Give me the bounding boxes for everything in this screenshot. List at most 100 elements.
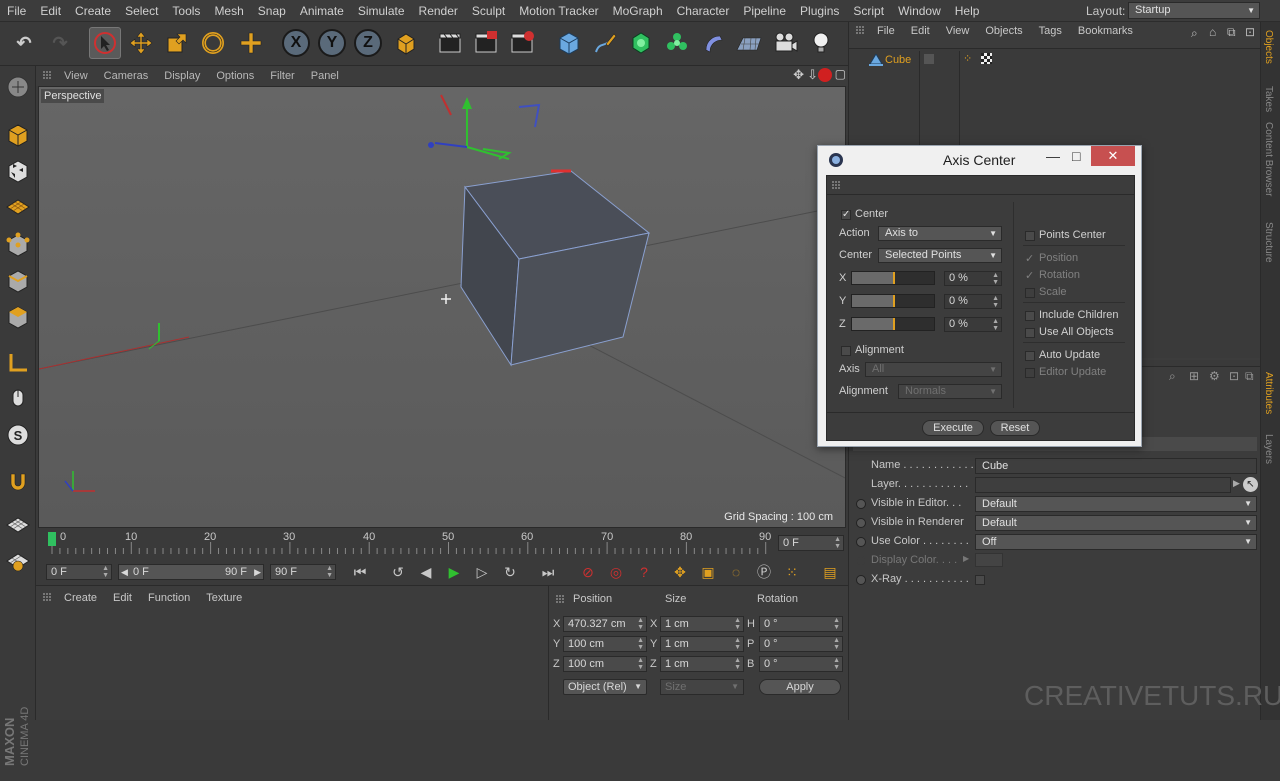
polygons-mode-icon[interactable]	[3, 302, 33, 332]
x-axis-lock[interactable]: X	[280, 27, 312, 59]
menu-character[interactable]: Character	[670, 0, 737, 22]
grip-icon[interactable]	[855, 25, 869, 43]
pos-y-field[interactable]: 100 cm ▲ ▼	[563, 636, 647, 652]
visible-in-renderer-dropdown[interactable]: Default ▼	[975, 515, 1257, 531]
menu-create[interactable]: Create	[68, 0, 118, 22]
spinner-icon[interactable]: ▲ ▼	[734, 617, 741, 631]
menu-script[interactable]: Script	[846, 0, 891, 22]
menu-plugins[interactable]: Plugins	[793, 0, 846, 22]
maximize-view-icon[interactable]: ▢	[835, 67, 846, 81]
object-menu-edit[interactable]: Edit	[903, 25, 938, 43]
viewport-menu-cameras[interactable]: Cameras	[96, 70, 157, 82]
z-slider[interactable]	[851, 317, 935, 331]
frame-range-slider[interactable]: ◀ 0 F 90 F ▶	[118, 564, 264, 580]
minimize-icon[interactable]: —	[1046, 148, 1060, 164]
action-dropdown[interactable]: Axis to ▼	[878, 226, 1002, 241]
playhead[interactable]	[48, 532, 56, 546]
menu-mograph[interactable]: MoGraph	[606, 0, 670, 22]
rotate-tool-icon[interactable]	[197, 27, 229, 59]
slider-knob[interactable]	[893, 272, 895, 284]
layout-dropdown[interactable]: Startup ▼	[1128, 2, 1260, 19]
coordinate-system-icon[interactable]	[390, 27, 422, 59]
alignment-dropdown[interactable]: Normals ▼	[898, 384, 1002, 399]
menu-help[interactable]: Help	[948, 0, 987, 22]
menu-animate[interactable]: Animate	[293, 0, 351, 22]
menu-render[interactable]: Render	[412, 0, 465, 22]
maximize-icon[interactable]: □	[1072, 148, 1080, 164]
y-axis-lock[interactable]: Y	[316, 27, 348, 59]
name-field[interactable]: Cube	[975, 458, 1257, 474]
chevron-right-icon[interactable]: ▶	[254, 565, 261, 579]
grip-icon[interactable]	[555, 594, 565, 607]
subdivision-surface-icon[interactable]	[625, 27, 657, 59]
visibility-toggle-icon[interactable]	[924, 54, 934, 64]
menu-select[interactable]: Select	[118, 0, 165, 22]
z-axis-lock[interactable]: Z	[352, 27, 384, 59]
make-editable-icon[interactable]	[3, 72, 33, 102]
search-icon[interactable]: ⌕	[1169, 369, 1176, 384]
grip-icon[interactable]	[42, 592, 56, 610]
live-selection-icon[interactable]	[89, 27, 121, 59]
points-mode-icon[interactable]	[3, 230, 33, 260]
next-frame-icon[interactable]: ▷	[470, 561, 494, 583]
menu-sculpt[interactable]: Sculpt	[465, 0, 512, 22]
apply-button[interactable]: Apply	[759, 679, 841, 695]
menu-tools[interactable]: Tools	[165, 0, 207, 22]
next-key-icon[interactable]: ↻	[498, 561, 522, 583]
center-dropdown[interactable]: Selected Points ▼	[878, 248, 1002, 263]
points-center-checkbox[interactable]	[1025, 231, 1035, 241]
slider-knob[interactable]	[893, 295, 895, 307]
material-menu-create[interactable]: Create	[56, 592, 105, 610]
workplane-lock-icon[interactable]	[3, 510, 33, 540]
bend-deformer-icon[interactable]	[697, 27, 729, 59]
redo-icon[interactable]: ↷	[44, 27, 76, 59]
axis-mode-icon[interactable]	[3, 348, 33, 378]
object-menu-view[interactable]: View	[938, 25, 978, 43]
record-active-icon[interactable]: ⊘	[576, 561, 600, 583]
spinner-icon[interactable]: ▲ ▼	[637, 617, 644, 631]
z-percent-field[interactable]: 0 % ▲ ▼	[944, 317, 1002, 332]
previous-key-icon[interactable]: ↺	[386, 561, 410, 583]
perspective-viewport[interactable]: Perspective Grid Spacing : 100 cm	[38, 86, 846, 528]
alignment-checkbox[interactable]	[841, 346, 851, 356]
grip-icon[interactable]	[831, 180, 841, 193]
x-percent-field[interactable]: 0 % ▲ ▼	[944, 271, 1002, 286]
render-view-icon[interactable]	[434, 27, 466, 59]
animation-dot-icon[interactable]	[856, 518, 866, 528]
menu-edit[interactable]: Edit	[33, 0, 68, 22]
size-y-field[interactable]: 1 cm ▲ ▼	[660, 636, 744, 652]
dialog-titlebar[interactable]: Axis Center — □ ✕	[818, 146, 1141, 174]
menu-pipeline[interactable]: Pipeline	[736, 0, 793, 22]
keyframe-selection-icon[interactable]: ?	[632, 561, 656, 583]
object-menu-file[interactable]: File	[869, 25, 903, 43]
x-slider[interactable]	[851, 271, 935, 285]
grip-icon[interactable]	[42, 70, 56, 83]
floor-scene-icon[interactable]	[733, 27, 765, 59]
menu-snap[interactable]: Snap	[251, 0, 293, 22]
pan-icon[interactable]: ✥	[793, 67, 804, 83]
pen-spline-icon[interactable]	[589, 27, 621, 59]
render-settings-icon[interactable]	[506, 27, 538, 59]
object-menu-bookmarks[interactable]: Bookmarks	[1070, 25, 1141, 43]
spinner-icon[interactable]: ▲ ▼	[326, 565, 333, 579]
rot-h-field[interactable]: 0 ° ▲ ▼	[759, 616, 843, 632]
spinner-icon[interactable]: ▲ ▼	[833, 617, 840, 631]
display-color-swatch[interactable]	[975, 553, 1003, 567]
tab-layers[interactable]: Layers	[1263, 434, 1274, 464]
axis-dropdown[interactable]: All ▼	[865, 362, 1002, 377]
spinner-icon[interactable]: ▲ ▼	[102, 565, 109, 579]
tab-attributes[interactable]: Attributes	[1263, 372, 1274, 414]
key-position-icon[interactable]: ✥	[668, 561, 692, 583]
menu-simulate[interactable]: Simulate	[351, 0, 412, 22]
tab-objects[interactable]: Objects	[1263, 30, 1274, 64]
y-percent-field[interactable]: 0 % ▲ ▼	[944, 294, 1002, 309]
object-menu-tags[interactable]: Tags	[1031, 25, 1070, 43]
tab-structure[interactable]: Structure	[1263, 222, 1274, 263]
cube-primitive-icon[interactable]	[553, 27, 585, 59]
scale-checkbox[interactable]	[1025, 288, 1035, 298]
y-slider[interactable]	[851, 294, 935, 308]
autokey-icon[interactable]: ◎	[604, 561, 628, 583]
animation-dot-icon[interactable]	[856, 537, 866, 547]
menu-file[interactable]: File	[0, 0, 33, 22]
spinner-icon[interactable]: ▲ ▼	[833, 657, 840, 671]
